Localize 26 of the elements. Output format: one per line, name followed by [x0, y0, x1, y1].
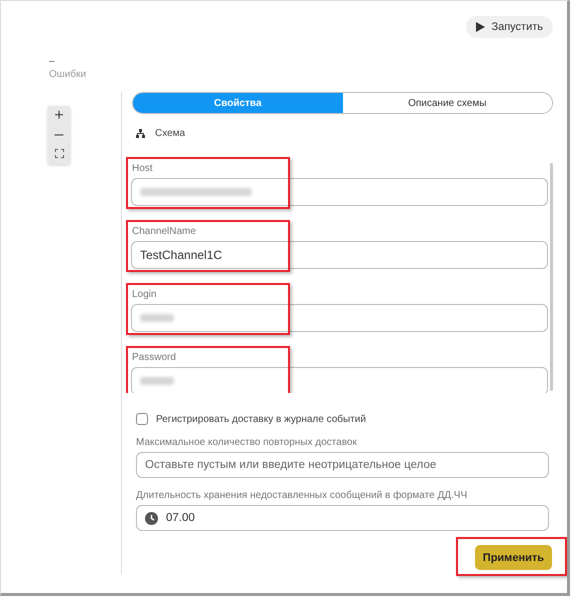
checkbox[interactable] [136, 413, 148, 425]
input-field[interactable] [131, 178, 548, 206]
clock-icon [145, 512, 158, 524]
zoom-out-button[interactable]: – [54, 128, 64, 142]
error-count: – [49, 56, 56, 67]
field-label: Host [132, 163, 154, 174]
time-field[interactable]: 07.00 [136, 505, 549, 531]
breadcrumb-text: Схема [155, 128, 186, 139]
hierarchy-icon [136, 129, 145, 138]
input-field[interactable] [131, 367, 548, 393]
field-label: Login [132, 289, 158, 300]
input-field[interactable] [131, 304, 548, 332]
run-button[interactable]: Запустить [466, 16, 553, 38]
input-field[interactable]: TestChannel1C [131, 241, 548, 269]
field-label: Password [132, 352, 177, 363]
input-field[interactable]: Оставьте пустым или введите неотрицательное целое [136, 452, 549, 478]
field-label: Максимальное количество повторных доставок [136, 437, 358, 448]
errors-label: Ошибки [49, 69, 88, 80]
zoom-in-button[interactable]: + [54, 109, 64, 123]
play-icon [476, 22, 486, 32]
field-label: ChannelName [132, 226, 197, 237]
field-label: Длительность хранения недоставленных сообщений в формате ДД.ЧЧ [136, 490, 468, 501]
checkbox-label: Регистрировать доставку в журнале событий [156, 414, 366, 424]
apply-button[interactable]: Применить [474, 545, 552, 570]
scrollbar[interactable] [550, 163, 553, 391]
fit-screen-icon[interactable] [54, 149, 64, 158]
